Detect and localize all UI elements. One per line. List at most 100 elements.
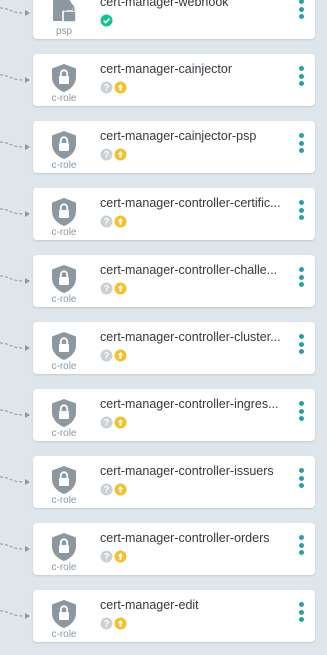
resource-name: cert-manager-controller-cluster...: [100, 330, 281, 344]
resource-node[interactable]: c-role cert-manager-cainjector-psp ?: [33, 121, 315, 173]
resource-kind-icon: c-role: [33, 54, 95, 106]
tree-connector: [0, 141, 30, 150]
resource-name: cert-manager-controller-challe...: [100, 263, 278, 277]
shield-lock-icon: [52, 131, 76, 159]
shield-lock-icon: [52, 332, 76, 360]
more-options-icon[interactable]: [297, 602, 305, 630]
svg-text:?: ?: [104, 284, 110, 294]
resource-kind-label: c-role: [51, 227, 77, 238]
resource-name: cert-manager-cainjector: [100, 62, 232, 76]
resource-name: cert-manager-webhook: [100, 0, 229, 9]
resource-node[interactable]: c-role cert-manager-controller-certific..…: [33, 188, 315, 240]
resource-status: ?: [100, 81, 128, 95]
more-options-icon[interactable]: [297, 468, 305, 496]
shield-lock-icon: [52, 265, 76, 293]
out-of-sync-icon: [114, 215, 127, 228]
resource-node[interactable]: c-role cert-manager-controller-cluster...…: [33, 322, 315, 374]
resource-name: cert-manager-cainjector-psp: [100, 129, 257, 143]
more-options-icon[interactable]: [297, 267, 305, 295]
resource-status: ?: [100, 282, 128, 296]
out-of-sync-icon: [114, 282, 127, 295]
svg-text:?: ?: [104, 351, 110, 361]
out-of-sync-icon: [114, 81, 127, 94]
tree-connector: [0, 74, 30, 83]
resource-node[interactable]: c-role cert-manager-edit ?: [33, 590, 315, 642]
resource-status: ?: [100, 617, 128, 631]
resource-kind-icon: c-role: [33, 456, 95, 508]
svg-text:?: ?: [104, 418, 110, 428]
resource-kind-icon: c-role: [33, 255, 95, 307]
unknown-icon: ?: [100, 617, 113, 630]
unknown-icon: ?: [100, 215, 113, 228]
resource-status: [100, 14, 114, 28]
tree-connector: [0, 543, 30, 552]
svg-text:?: ?: [104, 217, 110, 227]
unknown-icon: ?: [100, 282, 113, 295]
svg-text:?: ?: [104, 485, 110, 495]
resource-kind-label: c-role: [51, 495, 77, 506]
resource-kind-label: c-role: [51, 629, 77, 640]
resource-status: ?: [100, 416, 128, 430]
resource-status: ?: [100, 148, 128, 162]
resource-name: cert-manager-controller-issuers: [100, 464, 274, 478]
shield-lock-icon: [52, 466, 76, 494]
out-of-sync-icon: [114, 483, 127, 496]
resource-status: ?: [100, 215, 128, 229]
more-options-icon[interactable]: [297, 0, 305, 27]
shield-lock-icon: [52, 64, 76, 92]
resource-kind-label: c-role: [51, 294, 77, 305]
shield-lock-icon: [52, 600, 76, 628]
resource-node[interactable]: c-role cert-manager-controller-orders ?: [33, 523, 315, 575]
resource-status: ?: [100, 550, 128, 564]
unknown-icon: ?: [100, 148, 113, 161]
resource-node[interactable]: c-role cert-manager-controller-challe... …: [33, 255, 315, 307]
more-options-icon[interactable]: [297, 133, 305, 161]
resource-node[interactable]: c-role cert-manager-cainjector ?: [33, 54, 315, 106]
shield-lock-icon: [52, 198, 76, 226]
resource-kind-icon: c-role: [33, 121, 95, 173]
more-options-icon[interactable]: [297, 66, 305, 94]
unknown-icon: ?: [100, 416, 113, 429]
tree-connector: [0, 610, 30, 619]
resource-name: cert-manager-controller-certific...: [100, 196, 281, 210]
resource-name: cert-manager-controller-ingres...: [100, 397, 279, 411]
tree-connector: [0, 275, 30, 284]
out-of-sync-icon: [114, 416, 127, 429]
resource-kind-icon: c-role: [33, 188, 95, 240]
tree-connector: [0, 7, 30, 16]
svg-text:?: ?: [104, 150, 110, 160]
tree-connector: [0, 476, 30, 485]
more-options-icon[interactable]: [297, 200, 305, 228]
shield-lock-icon: [52, 533, 76, 561]
unknown-icon: ?: [100, 550, 113, 563]
svg-text:?: ?: [104, 619, 110, 629]
out-of-sync-icon: [114, 349, 127, 362]
resource-kind-label: c-role: [51, 361, 77, 372]
out-of-sync-icon: [114, 148, 127, 161]
out-of-sync-icon: [114, 550, 127, 563]
svg-text:?: ?: [104, 552, 110, 562]
more-options-icon[interactable]: [297, 334, 305, 362]
resource-kind-icon: c-role: [33, 590, 95, 642]
shield-lock-icon: [52, 399, 76, 427]
tree-connector: [0, 409, 30, 418]
resource-name: cert-manager-controller-orders: [100, 531, 270, 545]
resource-status: ?: [100, 483, 128, 497]
more-options-icon[interactable]: [297, 535, 305, 563]
tree-connector: [0, 342, 30, 351]
healthy-icon: [100, 14, 113, 27]
psp-lock-icon: [53, 0, 77, 23]
resource-kind-icon: c-role: [33, 322, 95, 374]
resource-kind-icon: psp: [33, 0, 95, 39]
resource-kind-label: psp: [55, 26, 73, 37]
resource-kind-label: c-role: [51, 428, 77, 439]
unknown-icon: ?: [100, 81, 113, 94]
resource-node[interactable]: psp cert-manager-webhook: [33, 0, 315, 39]
resource-kind-icon: c-role: [33, 523, 95, 575]
resource-kind-label: c-role: [51, 562, 77, 573]
resource-name: cert-manager-edit: [100, 598, 199, 612]
more-options-icon[interactable]: [297, 401, 305, 429]
resource-node[interactable]: c-role cert-manager-controller-ingres... …: [33, 389, 315, 441]
resource-node[interactable]: c-role cert-manager-controller-issuers ?: [33, 456, 315, 508]
out-of-sync-icon: [114, 617, 127, 630]
